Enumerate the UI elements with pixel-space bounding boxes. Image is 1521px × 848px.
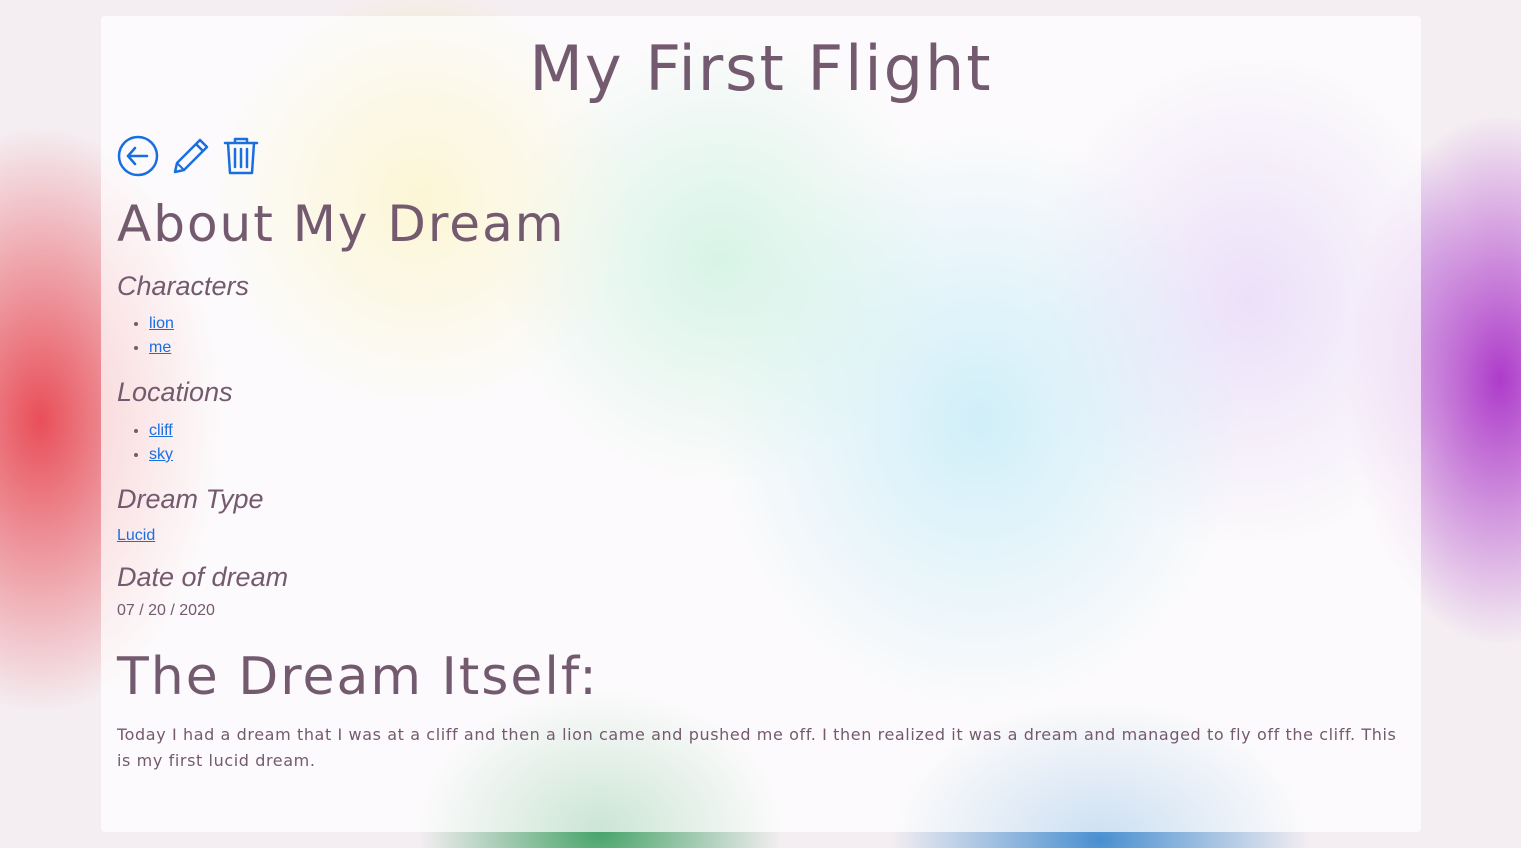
- list-item: me: [149, 336, 1405, 360]
- list-item: sky: [149, 443, 1405, 467]
- trash-icon: [223, 137, 259, 175]
- pencil-icon: [173, 138, 209, 174]
- dream-card: My First Flight About My Dream Character…: [101, 16, 1421, 832]
- location-link-cliff[interactable]: cliff: [149, 422, 173, 439]
- locations-label: Locations: [117, 377, 233, 408]
- list-item: cliff: [149, 419, 1405, 443]
- character-link-lion[interactable]: lion: [149, 315, 174, 332]
- arrow-left-circle-icon: [117, 135, 159, 177]
- locations-list: cliff sky: [117, 419, 1405, 467]
- dream-type-link[interactable]: Lucid: [117, 527, 155, 545]
- characters-list: lion me: [117, 312, 1405, 360]
- dream-date: 07 / 20 / 2020: [117, 601, 215, 619]
- date-label: Date of dream: [117, 562, 289, 593]
- list-item: lion: [149, 312, 1405, 336]
- back-button[interactable]: [117, 135, 159, 177]
- characters-label: Characters: [117, 271, 250, 301]
- location-link-sky[interactable]: sky: [149, 446, 173, 463]
- about-heading: About My Dream: [117, 195, 566, 253]
- character-link-me[interactable]: me: [149, 339, 171, 356]
- page-title: My First Flight: [529, 32, 993, 105]
- dream-text: Today I had a dream that I was at a clif…: [117, 724, 1397, 770]
- action-bar: [117, 134, 1405, 178]
- dream-type-label: Dream Type: [117, 483, 264, 514]
- edit-button[interactable]: [171, 136, 211, 176]
- delete-button[interactable]: [223, 136, 259, 176]
- dream-heading: The Dream Itself:: [117, 646, 599, 707]
